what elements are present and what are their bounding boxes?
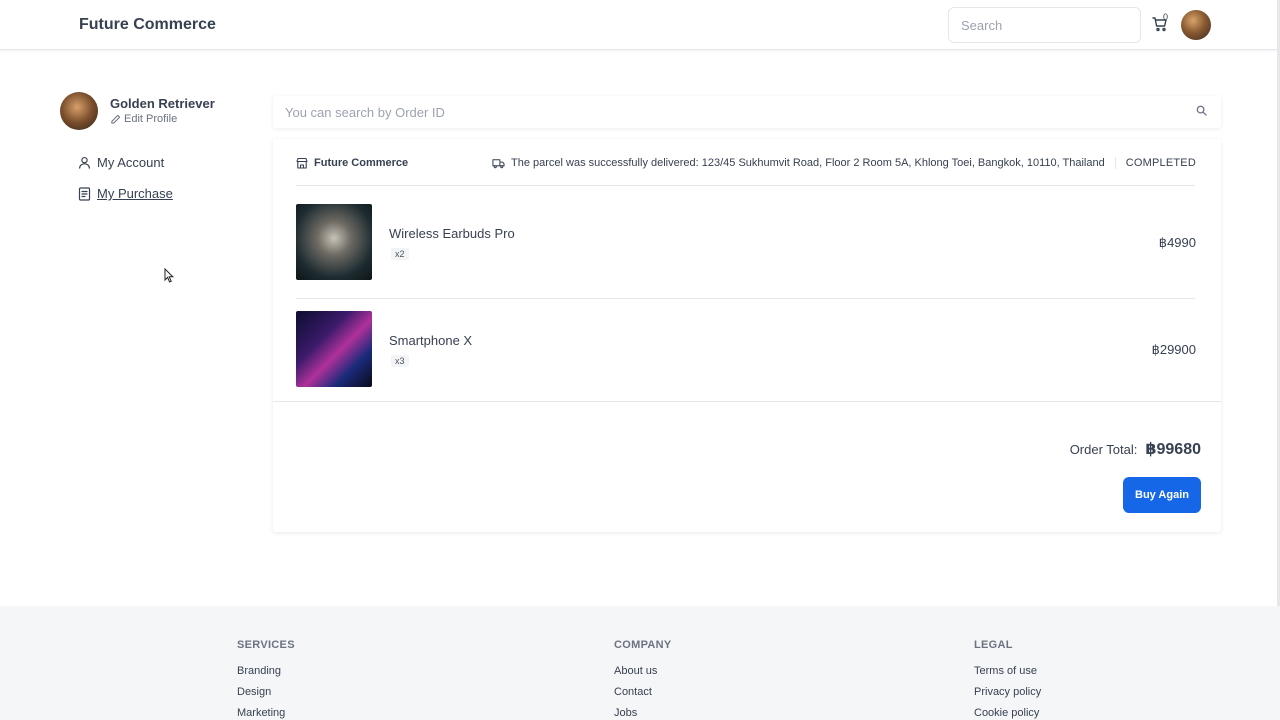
product-price: ฿4990 bbox=[1158, 235, 1196, 250]
footer-column-company: COMPANY About us Contact Jobs bbox=[614, 639, 672, 720]
shop-name: Future Commerce bbox=[314, 157, 409, 169]
order-item[interactable]: Smartphone X x3 ฿29900 bbox=[296, 311, 1196, 387]
receipt-icon bbox=[78, 186, 91, 201]
sidebar-item-label: My Purchase bbox=[97, 186, 173, 201]
footer-link[interactable]: Jobs bbox=[614, 707, 672, 720]
brand-logo[interactable]: Future Commerce bbox=[79, 16, 216, 34]
footer-heading: COMPANY bbox=[614, 639, 672, 651]
header-search-box[interactable] bbox=[948, 7, 1141, 43]
pencil-icon bbox=[111, 114, 121, 124]
product-quantity: x2 bbox=[391, 248, 409, 260]
search-icon[interactable] bbox=[1196, 105, 1207, 116]
order-total-value: ฿99680 bbox=[1145, 441, 1201, 458]
items-footer-divider bbox=[273, 401, 1221, 402]
footer-column-services: SERVICES Branding Design Marketing bbox=[237, 639, 295, 720]
footer-link[interactable]: Design bbox=[237, 686, 295, 700]
order-search-input[interactable] bbox=[273, 96, 1221, 128]
product-name[interactable]: Smartphone X bbox=[389, 333, 472, 348]
header-divider bbox=[296, 185, 1195, 186]
status-divider bbox=[1114, 157, 1116, 169]
store-icon bbox=[296, 157, 308, 169]
footer-link[interactable]: Privacy policy bbox=[974, 686, 1041, 700]
buy-again-button[interactable]: Buy Again bbox=[1123, 477, 1201, 513]
header-avatar[interactable] bbox=[1181, 10, 1211, 40]
sidebar-item-my-purchase[interactable]: My Purchase bbox=[78, 186, 173, 201]
footer-link[interactable]: Branding bbox=[237, 665, 295, 679]
footer-link[interactable]: About us bbox=[614, 665, 672, 679]
edit-profile-label: Edit Profile bbox=[124, 113, 178, 125]
order-total: Order Total: ฿99680 bbox=[1070, 439, 1201, 459]
sidebar-item-label: My Account bbox=[97, 155, 165, 170]
footer-column-legal: LEGAL Terms of use Privacy policy Cookie… bbox=[974, 639, 1041, 720]
product-image[interactable] bbox=[296, 311, 372, 387]
profile-avatar bbox=[60, 92, 98, 130]
footer-link[interactable]: Contact bbox=[614, 686, 672, 700]
footer-link[interactable]: Cookie policy bbox=[974, 707, 1041, 720]
header-search-input[interactable] bbox=[949, 8, 1140, 42]
product-quantity: x3 bbox=[391, 355, 409, 367]
footer-link[interactable]: Terms of use bbox=[974, 665, 1041, 679]
footer-link[interactable]: Marketing bbox=[237, 707, 295, 720]
user-icon bbox=[79, 156, 90, 169]
sidebar-item-my-account[interactable]: My Account bbox=[78, 155, 164, 170]
product-image[interactable] bbox=[296, 204, 372, 280]
profile-name: Golden Retriever bbox=[110, 96, 215, 111]
order-card: Future Commerce The parcel was successfu… bbox=[273, 139, 1221, 532]
footer-heading: LEGAL bbox=[974, 639, 1013, 651]
item-divider bbox=[296, 298, 1195, 299]
mouse-cursor-icon bbox=[164, 268, 174, 283]
order-item[interactable]: Wireless Earbuds Pro x2 ฿4990 bbox=[296, 204, 1196, 280]
top-navbar: Future Commerce 0 bbox=[0, 0, 1280, 50]
delivery-message: The parcel was successfully delivered: 1… bbox=[511, 157, 1105, 169]
product-price: ฿29900 bbox=[1151, 342, 1196, 357]
order-status-badge: COMPLETED bbox=[1125, 157, 1196, 169]
product-name[interactable]: Wireless Earbuds Pro bbox=[389, 226, 515, 241]
truck-icon bbox=[492, 158, 505, 168]
footer: SERVICES Branding Design Marketing COMPA… bbox=[0, 606, 1280, 720]
shop-header: Future Commerce bbox=[296, 157, 408, 169]
footer-heading: SERVICES bbox=[237, 639, 295, 651]
edit-profile-link[interactable]: Edit Profile bbox=[110, 113, 177, 125]
order-total-label: Order Total: bbox=[1069, 442, 1138, 457]
delivery-status: The parcel was successfully delivered: 1… bbox=[492, 157, 1196, 169]
order-search-bar[interactable] bbox=[273, 96, 1221, 128]
cart-count-badge: 0 bbox=[1163, 12, 1169, 22]
